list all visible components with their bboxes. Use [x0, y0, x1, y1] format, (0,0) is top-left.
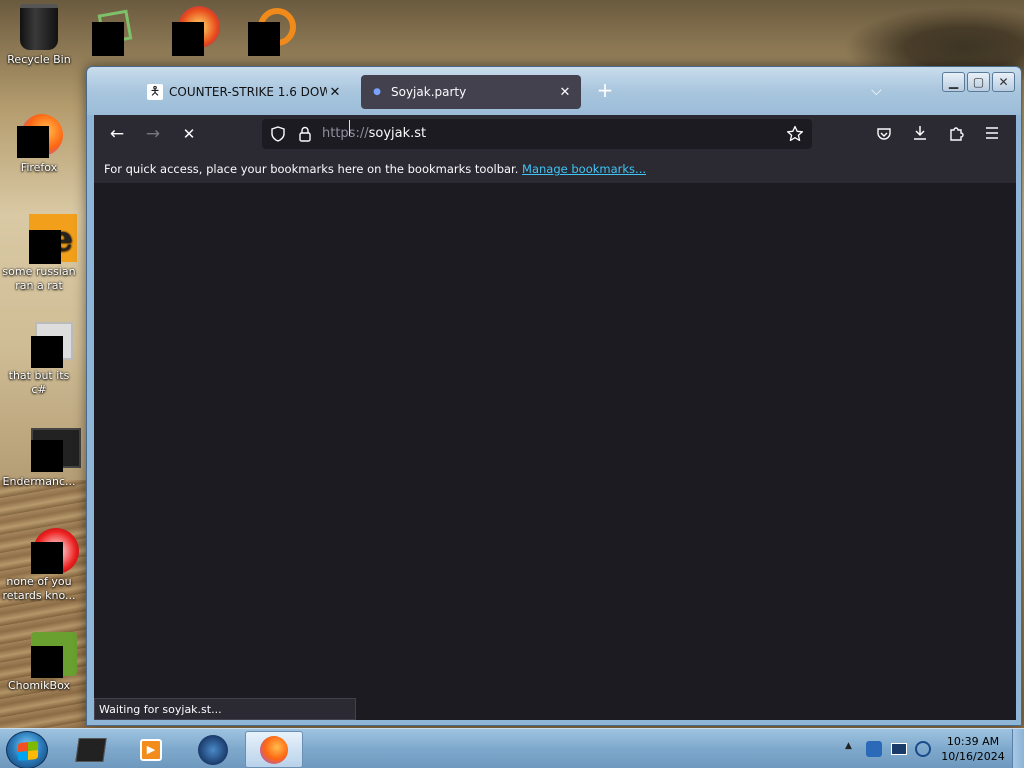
url-bar[interactable]: https://soyjak.st: [262, 119, 812, 149]
taskbar-item-app1[interactable]: [62, 731, 120, 768]
browser-window: 🯅 COUNTER-STRIKE 1.6 DOWNLO ✕ ● Soyjak.p…: [86, 66, 1022, 726]
taskbar-item-firefox[interactable]: [245, 731, 303, 768]
manage-bookmarks-link[interactable]: Manage bookmarks...: [522, 162, 646, 176]
window-controls: ▁ ▢ ✕: [942, 72, 1015, 92]
clock-date: 10/16/2024: [941, 750, 1005, 763]
desktop-icon-top-1[interactable]: [92, 9, 133, 56]
bookmarks-hint: For quick access, place your bookmarks h…: [104, 162, 519, 176]
loading-dot-icon: ●: [373, 87, 381, 97]
app-icon: e: [15, 214, 77, 264]
redacted-box: [172, 22, 204, 56]
tab-title: Soyjak.party: [391, 85, 467, 99]
taskbar: ▶ ▲ 10:39 AM 10/16/2024: [0, 728, 1024, 768]
status-panel: Waiting for soyjak.st...: [94, 698, 356, 720]
redacted-box: [248, 22, 280, 56]
tray-app-icon[interactable]: [866, 741, 882, 757]
url-text[interactable]: https://soyjak.st: [322, 126, 426, 141]
app-icon: [17, 322, 73, 368]
volume-icon[interactable]: [915, 741, 931, 757]
pocket-icon[interactable]: [876, 126, 892, 142]
app-icon: [17, 528, 79, 574]
recycle-bin-icon: [20, 4, 58, 50]
desktop-icon-label: that but its c#: [8, 369, 70, 396]
minimize-button[interactable]: ▁: [942, 72, 965, 92]
desktop-icon-top-3[interactable]: [248, 8, 298, 58]
tab-title: COUNTER-STRIKE 1.6 DOWNLO: [169, 85, 327, 99]
black-app-icon: [75, 737, 107, 762]
show-desktop-button[interactable]: [1012, 729, 1024, 768]
close-window-button[interactable]: ✕: [992, 72, 1015, 92]
desktop-icon-label: ChomikBox: [8, 679, 70, 692]
firefox-icon: [17, 114, 63, 158]
desktop-icon-firefox[interactable]: Firefox: [0, 114, 78, 175]
start-button[interactable]: [6, 731, 48, 768]
cs-favicon-icon: 🯅: [147, 84, 163, 100]
bookmarks-toolbar: For quick access, place your bookmarks h…: [94, 153, 1016, 183]
redacted-box: [92, 22, 124, 56]
list-all-tabs-button[interactable]: ⌵: [871, 83, 882, 99]
desktop-icon-csharp[interactable]: that but its c#: [0, 322, 78, 397]
lock-icon[interactable]: [298, 126, 312, 142]
tab-close-icon[interactable]: ✕: [557, 85, 573, 100]
taskbar-item-media-player[interactable]: ▶: [122, 731, 180, 768]
extensions-icon[interactable]: [948, 125, 964, 142]
taskbar-item-app3[interactable]: [184, 731, 242, 768]
new-tab-button[interactable]: +: [595, 80, 615, 101]
chomikbox-icon: [17, 632, 77, 678]
media-player-icon: ▶: [140, 738, 162, 761]
windows-logo-icon: [18, 740, 38, 762]
bookmark-star-icon[interactable]: [786, 125, 804, 143]
nav-toolbar: ← → ✕ https://soyjak.st: [94, 115, 1016, 153]
tab-counter-strike[interactable]: 🯅 COUNTER-STRIKE 1.6 DOWNLO ✕: [139, 75, 351, 109]
page-content[interactable]: Waiting for soyjak.st...: [94, 183, 1016, 720]
cursor-ibeam-icon: [349, 120, 350, 136]
desktop-icon-label: some russian ran a rat: [2, 265, 76, 292]
desktop-icon-chomikbox[interactable]: ChomikBox: [0, 632, 78, 693]
desktop-icon-top-2[interactable]: [170, 6, 220, 56]
stop-button[interactable]: ✕: [178, 123, 200, 145]
desktop-icon-label: none of you retards kno...: [2, 575, 76, 602]
network-icon[interactable]: [891, 743, 907, 755]
forward-button[interactable]: →: [142, 123, 164, 145]
tab-close-icon[interactable]: ✕: [327, 85, 343, 100]
desktop-icon-label: Endermanc...: [2, 475, 76, 488]
tab-soyjak-party[interactable]: ● Soyjak.party ✕: [361, 75, 581, 109]
menu-hamburger-icon[interactable]: [984, 126, 1000, 140]
app-icon: [17, 428, 81, 472]
downloads-icon[interactable]: [912, 125, 928, 141]
clock-time: 10:39 AM: [946, 735, 1000, 748]
desktop-icon-label: Firefox: [20, 161, 58, 174]
tracking-shield-icon[interactable]: [270, 126, 286, 142]
desktop-icon-label: Recycle Bin: [7, 53, 71, 66]
desktop-icon-recycle-bin[interactable]: Recycle Bin: [0, 4, 78, 67]
back-button[interactable]: ←: [106, 123, 128, 145]
desktop-icon-russian-rat[interactable]: e some russian ran a rat: [0, 214, 78, 293]
desktop-icon-endermanch[interactable]: Endermanc...: [0, 428, 81, 489]
maximize-button[interactable]: ▢: [967, 72, 990, 92]
globe-app-icon: [198, 734, 228, 765]
firefox-icon: [260, 735, 288, 764]
taskbar-clock[interactable]: 10:39 AM 10/16/2024: [936, 734, 1010, 764]
desktop-icon-none-of-you[interactable]: none of you retards kno...: [0, 528, 79, 603]
tray-expand-icon[interactable]: ▲: [845, 741, 852, 751]
